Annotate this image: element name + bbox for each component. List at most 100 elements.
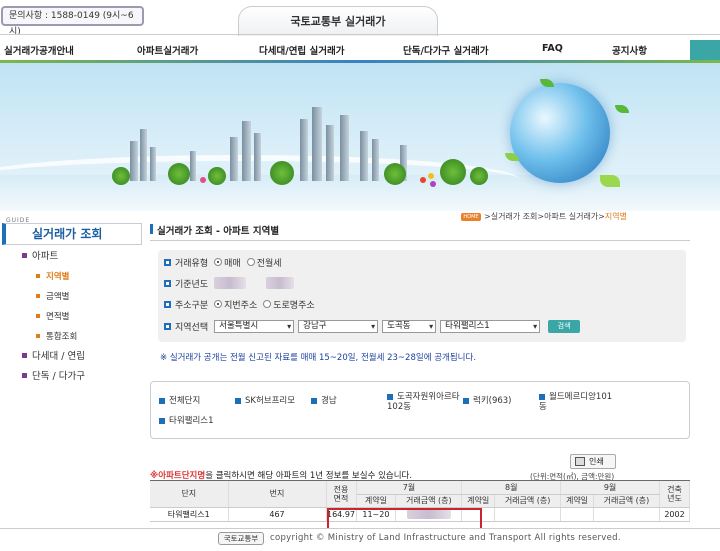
breadcrumb-current: 지역별 [604,212,627,221]
nav-faq[interactable]: FAQ [542,43,563,54]
nav-notice[interactable]: 공지사항 [612,43,647,57]
building [230,137,238,181]
deal-sale-label[interactable]: 매매 [224,256,241,269]
cell-year: 2002 [659,507,690,522]
header-accent [690,40,720,60]
header-divider [0,34,720,35]
hero-banner [0,63,720,211]
gu-select[interactable]: 강남구 [298,319,379,333]
tree [470,167,488,185]
region-row: 지역선택 서울특별시 강남구 도곡동 타워팰리스1 검색 [164,318,581,334]
print-button[interactable]: 인쇄 [570,454,616,469]
square-icon [463,398,469,404]
apt-select[interactable]: 타워팰리스1 [440,319,541,333]
lnb-sub-region[interactable]: 지역별 [20,270,85,290]
copyright-text: copyright © Ministry of Land Infrastruct… [270,533,621,543]
square-icon [387,394,393,400]
addr-road-radio[interactable] [263,300,272,308]
lnb-sub-area[interactable]: 면적별 [20,310,85,330]
building [190,151,196,181]
tree [168,163,190,185]
search-form: 거래유형 매매 전월세 기준년도 주소구분 지번주소 도로명주소 지역선택 서울… [158,250,686,342]
addr-road-label[interactable]: 도로명주소 [273,298,314,311]
col-bunji: 번지 [228,481,327,508]
flower [430,181,436,187]
cell-contract-9 [560,507,594,522]
nav-apartment[interactable]: 아파트실거래가 [137,43,198,57]
col-contract-8: 계약일 [461,494,496,508]
year-row: 기준년도 [164,275,295,291]
building [372,139,379,181]
printer-icon [575,457,585,466]
year-select[interactable] [214,277,247,289]
cell-amount-8 [494,507,562,522]
col-month-7: 7월 [356,481,463,495]
col-month-8: 8월 [461,481,562,495]
lnb-item-house[interactable]: 단독 / 다가구 [20,370,85,390]
nav-guide[interactable]: 실거래가공개안내 [4,43,74,57]
col-month-9: 9월 [560,481,660,495]
site-title[interactable]: 국토교통부 실거래가 [238,6,438,36]
leaf [600,175,620,187]
square-icon [159,398,165,404]
building [300,119,308,181]
sido-select[interactable]: 서울특별시 [214,319,295,333]
month-select[interactable] [266,277,295,289]
cell-amount-9 [593,507,661,522]
highlight-box [327,508,482,530]
bullet-icon [164,322,171,330]
building [312,107,322,181]
tree [208,167,226,185]
complex-item[interactable]: 경남 [311,396,337,406]
bullet-icon [164,300,171,308]
col-area: 전용 면적 [326,481,357,508]
complex-item[interactable]: 월드메르디앙101 동 [539,392,612,412]
contact-info: 문의사항 : 1588-0149 (9시~6시) [1,6,144,37]
col-amount-8: 거래금액 (층) [494,494,562,508]
complex-list: 전체단지 SK허브프리모 경남 도곡자원위아르타 102동 럭키(963) 월드… [150,381,690,439]
building [326,125,334,181]
col-amount-7: 거래금액 (층) [395,494,463,508]
square-icon [539,394,545,400]
notice-text: ※ 실거래가 공개는 전월 신고된 자료를 매매 15~20일, 전월세 23~… [160,353,477,363]
deal-rent-label[interactable]: 전월세 [257,256,282,269]
dong-select[interactable]: 도곡동 [382,319,437,333]
addr-jibun-radio[interactable] [214,300,223,308]
tree [112,167,130,185]
nav-house[interactable]: 단독/다가구 실거래가 [403,43,488,57]
cell-danji[interactable]: 타워팰리스1 [150,507,229,522]
square-icon [311,398,317,404]
lnb-item-apartment[interactable]: 아파트 [20,250,85,270]
complex-item[interactable]: SK허브프리모 [235,396,295,406]
complex-item[interactable]: 전체단지 [159,396,200,406]
building [140,129,147,181]
deal-rent-radio[interactable] [246,258,255,266]
complex-item[interactable]: 럭키(963) [463,396,512,406]
lnb-title: 실거래가 조회 [2,223,142,245]
tree [440,159,466,185]
lnb-item-villa[interactable]: 다세대 / 연립 [20,350,85,370]
building [150,147,156,181]
lnb-sub-integrated[interactable]: 통합조회 [20,330,85,350]
footer: 국토교통부 copyright © Ministry of Land Infra… [0,528,720,551]
home-icon[interactable]: HOME [461,212,481,221]
square-icon [235,398,241,404]
deal-sale-radio[interactable] [214,258,223,266]
nav-villa[interactable]: 다세대/연립 실거래가 [259,43,344,57]
deal-type-row: 거래유형 매매 전월세 [164,254,282,270]
main-navigation: 실거래가공개안내 아파트실거래가 다세대/연립 실거래가 단독/다가구 실거래가… [0,40,720,62]
square-icon [159,418,165,424]
bullet-icon [164,258,171,266]
address-type-label: 주소구분 [175,300,209,311]
region-label: 지역선택 [175,322,209,333]
building [340,115,349,181]
building [360,131,368,181]
side-navigation: 아파트 지역별 금액별 면적별 통합조회 다세대 / 연립 단독 / 다가구 [20,250,85,390]
col-danji: 단지 [150,481,229,508]
year-label: 기준년도 [175,279,209,290]
complex-item[interactable]: 도곡자원위아르타 102동 [387,392,460,412]
addr-jibun-label[interactable]: 지번주소 [224,298,257,311]
search-button[interactable]: 검색 [548,319,581,333]
complex-item[interactable]: 타워팰리스1 [159,416,214,426]
lnb-sub-price[interactable]: 금액별 [20,290,85,310]
